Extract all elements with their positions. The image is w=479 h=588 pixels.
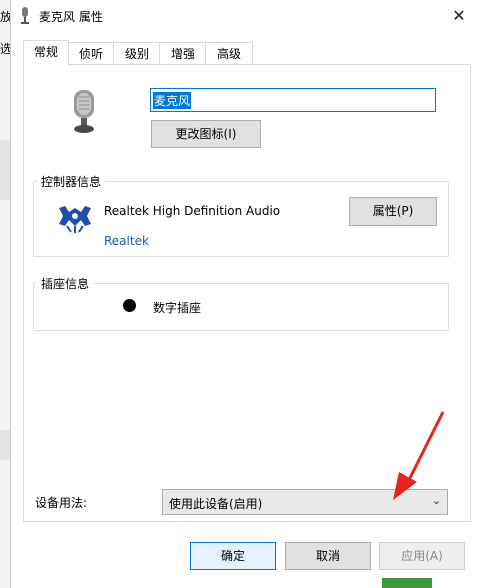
jack-info-label: 插座信息 (37, 275, 94, 292)
jack-color-indicator (123, 299, 136, 312)
background-window (0, 0, 10, 588)
background-strip (382, 578, 432, 588)
realtek-logo-icon (59, 206, 91, 233)
window-title: 麦克风 属性 (39, 10, 103, 24)
tab-general[interactable]: 常规 (23, 40, 69, 66)
apply-button[interactable]: 应用(A) (379, 542, 465, 570)
controller-name: Realtek High Definition Audio (104, 204, 281, 218)
device-name-value: 麦克风 (153, 92, 192, 109)
microphone-icon (74, 90, 94, 133)
jack-description: 数字插座 (153, 301, 202, 315)
microphone-icon (21, 7, 29, 24)
annotation-arrow (393, 411, 445, 500)
change-icon-button[interactable]: 更改图标(I) (151, 120, 261, 148)
title-bar[interactable]: 麦克风 属性 ✕ (11, 0, 479, 32)
properties-dialog: 麦克风 属性 ✕ 常规 侦听 级别 增强 高级 麦克风 更改图标(I) 控制器信… (10, 0, 479, 588)
device-usage-label: 设备用法: (35, 496, 88, 510)
jack-info-group (33, 283, 449, 331)
close-button[interactable]: ✕ (441, 2, 477, 30)
controller-properties-button[interactable]: 属性(P) (349, 197, 437, 226)
tab-levels[interactable]: 级别 (113, 42, 161, 65)
tab-listen[interactable]: 侦听 (67, 42, 115, 65)
cancel-button[interactable]: 取消 (285, 542, 371, 570)
tab-advanced[interactable]: 高级 (205, 42, 253, 65)
device-name-input[interactable]: 麦克风 (150, 88, 436, 112)
ok-button[interactable]: 确定 (190, 542, 276, 570)
vendor-link[interactable]: Realtek (104, 234, 149, 248)
tab-enhancements[interactable]: 增强 (159, 42, 207, 65)
controller-info-label: 控制器信息 (37, 173, 106, 190)
device-usage-value: 使用此设备(启用) (169, 497, 263, 511)
